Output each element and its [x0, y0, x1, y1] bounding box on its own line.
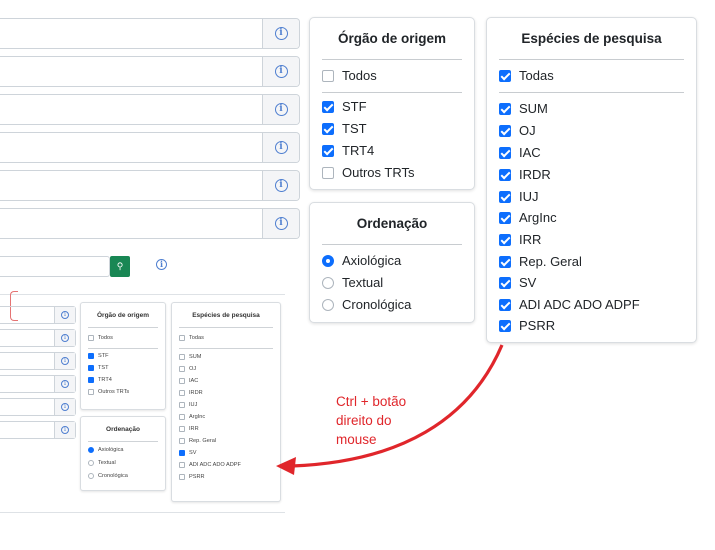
annotation-arrow — [276, 344, 504, 475]
arrow-curve — [291, 344, 504, 468]
arrow-head — [276, 457, 296, 475]
